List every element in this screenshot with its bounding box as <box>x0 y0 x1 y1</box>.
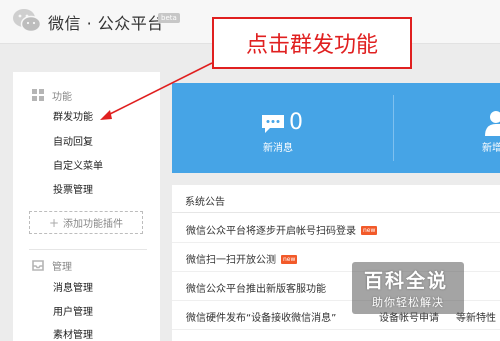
annotation-text: 点击群发功能 <box>245 33 378 58</box>
stats-divider <box>393 95 394 161</box>
user-icon <box>485 111 500 136</box>
sidebar-item-mass-send[interactable]: 群发功能 <box>53 110 93 126</box>
grid-icon <box>32 89 44 101</box>
sidebar-section-manage: 管理 <box>13 255 160 275</box>
announcement-link[interactable]: 微信扫一扫开放公测 <box>186 255 276 266</box>
message-bubble-icon <box>262 115 284 133</box>
sidebar-item-material-manage[interactable]: 素材管理 <box>53 328 93 341</box>
sidebar-item-message-manage[interactable]: 消息管理 <box>53 281 93 297</box>
add-plugin-label: 添加功能插件 <box>63 219 124 230</box>
plus-icon: + <box>48 215 60 230</box>
announcement-link[interactable]: 微信公众平台推出新版客服功能 <box>186 280 326 295</box>
announcement-link[interactable]: 微信公众平台将逐步开启帐号扫码登录 <box>186 226 356 237</box>
sidebar-divider <box>29 249 147 250</box>
sidebar-item-user-manage[interactable]: 用户管理 <box>53 305 93 321</box>
sidebar-item-auto-reply[interactable]: 自动回复 <box>53 135 93 151</box>
wechat-logo-icon <box>13 9 42 33</box>
announcements-header: 系统公告 <box>172 185 500 213</box>
new-badge: new <box>361 226 378 235</box>
watermark-subtext: 助你轻松解决 <box>372 296 444 309</box>
announcement-link[interactable]: 微信硬件发布“设备接收微信消息” <box>186 309 336 324</box>
stats-panel <box>172 83 500 173</box>
sidebar-item-vote-manage[interactable]: 投票管理 <box>53 183 93 199</box>
announcements-title: 系统公告 <box>185 197 225 208</box>
watermark-text: 百科全说 <box>364 270 449 292</box>
new-messages-label: 新消息 <box>263 143 293 154</box>
sidebar-section-label: 管理 <box>52 262 72 273</box>
inbox-icon <box>32 260 44 271</box>
sidebar-item-custom-menu[interactable]: 自定义菜单 <box>53 159 103 175</box>
new-badge: new <box>281 255 298 264</box>
sidebar-section-function: 功能 <box>13 85 160 105</box>
beta-badge: beta <box>158 13 180 23</box>
annotation-callout: 点击群发功能 <box>212 17 412 69</box>
new-users-label: 新增 <box>482 143 500 154</box>
new-messages-count[interactable]: 0 <box>289 110 303 135</box>
sidebar-section-label: 功能 <box>52 92 72 103</box>
sidebar: 功能 群发功能 自动回复 自定义菜单 投票管理 + 添加功能插件 管理 消息管理… <box>13 72 160 341</box>
announcement-row[interactable]: 微信公众平台将逐步开启帐号扫码登录 new <box>172 214 500 243</box>
page-title: 微信 · 公众平台 <box>48 14 164 33</box>
add-plugin-button[interactable]: + 添加功能插件 <box>29 211 143 234</box>
